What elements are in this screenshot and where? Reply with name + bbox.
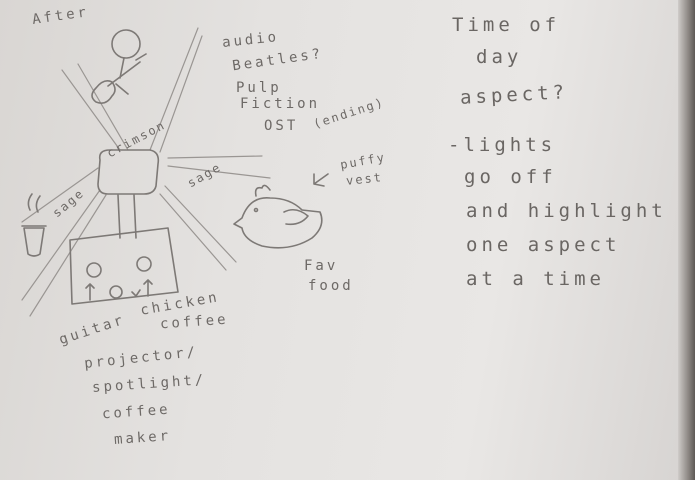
right-note-line-7: one aspect xyxy=(466,234,621,256)
right-note-line-8: at a time xyxy=(466,268,605,290)
right-note-line-1: Time of xyxy=(452,14,561,36)
guitar-figure-drawing xyxy=(91,29,147,104)
right-note-line-4: -lights xyxy=(448,134,557,156)
right-note-line-5: go off xyxy=(464,166,557,188)
audio-note-line-3: Pulp xyxy=(236,80,282,96)
audio-note-line-5: OST xyxy=(264,118,299,134)
coffee-cup-drawing xyxy=(21,193,47,257)
food-note-line-1: Fav xyxy=(304,258,339,274)
projector-icons-drawing xyxy=(85,256,153,301)
right-note-line-2: day xyxy=(476,46,523,68)
food-note-line-2: food xyxy=(308,278,354,294)
audio-note-line-4: Fiction xyxy=(240,96,321,112)
chicken-drawing xyxy=(233,173,329,249)
right-note-line-6: and highlight xyxy=(466,200,667,222)
notebook-photo: After crimson sage sage audio Beatles? P… xyxy=(0,0,695,480)
